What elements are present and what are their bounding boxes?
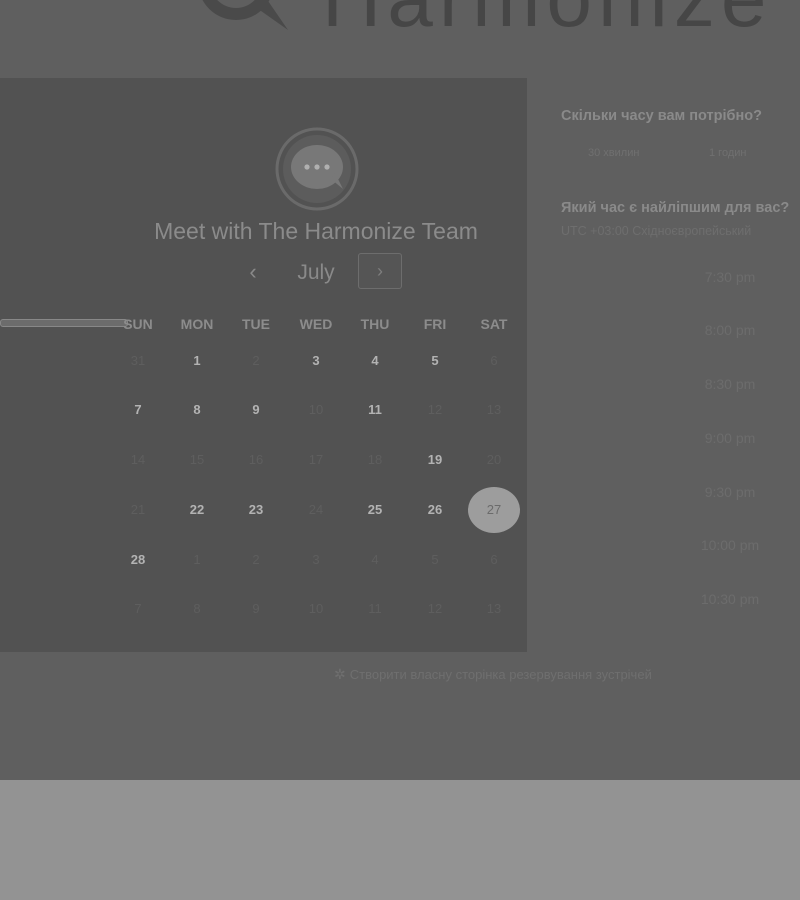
calendar-day: 5 xyxy=(431,552,439,567)
calendar-day: 16 xyxy=(248,452,264,467)
calendar-day-selected[interactable]: 27 xyxy=(468,487,520,533)
calendar-day[interactable]: 5 xyxy=(413,339,457,383)
sparkle-icon: ✲ xyxy=(334,666,346,682)
chat-bubble-icon xyxy=(202,0,288,30)
calendar-day[interactable]: 23 xyxy=(234,488,278,532)
chat-bubble-dots-icon xyxy=(275,127,359,211)
calendar-day: 2 xyxy=(252,552,260,567)
month-label: July xyxy=(297,261,335,284)
calendar-day: 21 xyxy=(130,502,146,517)
time-slot[interactable]: 10:00 pm xyxy=(660,537,800,553)
calendar-day: 13 xyxy=(486,402,502,417)
weekday-label: THU xyxy=(360,316,390,332)
meeting-title: Meet with The Harmonize Team xyxy=(154,218,478,244)
calendar-day: 24 xyxy=(308,502,324,517)
prev-month-button[interactable]: ‹ xyxy=(236,258,270,288)
time-slot[interactable]: 7:30 pm xyxy=(660,269,800,285)
brand-name: Harmonize xyxy=(322,0,772,40)
calendar-day: 8 xyxy=(193,601,201,616)
calendar-day: 12 xyxy=(427,601,443,616)
time-slot[interactable]: 9:30 pm xyxy=(660,484,800,500)
calendar-day: 9 xyxy=(252,601,260,616)
weekday-label: WED xyxy=(299,316,333,332)
calendar-day[interactable]: 8 xyxy=(175,388,219,432)
create-booking-page-link[interactable]: ✲ Створити власну сторінка резервування з… xyxy=(334,666,652,683)
calendar-day[interactable]: 3 xyxy=(294,339,338,383)
calendar-day[interactable]: 7 xyxy=(116,388,160,432)
calendar-day[interactable]: 4 xyxy=(353,339,397,383)
calendar-day[interactable]: 9 xyxy=(234,388,278,432)
calendar-day: 2 xyxy=(252,353,260,368)
calendar-day: 6 xyxy=(490,353,498,368)
calendar-day: 3 xyxy=(312,552,320,567)
time-slot[interactable]: 10:30 pm xyxy=(660,591,800,607)
duration-question: Скільки часу вам потрібно? xyxy=(561,108,762,124)
calendar-day: 6 xyxy=(490,552,498,567)
calendar-day: 17 xyxy=(308,452,324,467)
booking-page: Harmonize Meet with The Harmonize Team ‹… xyxy=(0,0,800,780)
calendar-day: 11 xyxy=(368,601,382,616)
create-booking-page-link-text: Створити власну сторінка резервування зу… xyxy=(349,667,652,682)
weekday-label: SUN xyxy=(123,316,153,332)
calendar-day: 12 xyxy=(427,402,443,417)
chevron-right-icon: › xyxy=(377,261,383,281)
duration-option-1h[interactable]: 1 годин xyxy=(709,147,746,159)
calendar-day: 13 xyxy=(486,601,502,616)
calendar-day: 31 xyxy=(130,353,146,368)
time-slot[interactable]: 8:00 pm xyxy=(660,322,800,338)
calendar-day[interactable]: 11 xyxy=(353,388,397,432)
calendar-day[interactable]: 19 xyxy=(413,438,457,482)
weekday-label: FRI xyxy=(423,316,447,332)
weekday-label: TUE xyxy=(242,316,270,332)
chevron-left-icon: ‹ xyxy=(249,259,257,284)
calendar-day[interactable]: 26 xyxy=(413,488,457,532)
calendar-day: 10 xyxy=(308,601,324,616)
weekday-label: SAT xyxy=(480,316,508,332)
calendar-day: 10 xyxy=(308,402,324,417)
calendar-day: 14 xyxy=(130,452,146,467)
calendar-day: 18 xyxy=(367,452,383,467)
time-slot[interactable]: 8:30 pm xyxy=(660,376,800,392)
calendar-day: 15 xyxy=(189,452,205,467)
duration-option-30min[interactable]: 30 хвилин xyxy=(588,147,639,159)
calendar-day[interactable]: 28 xyxy=(116,538,160,582)
calendar-day[interactable]: 25 xyxy=(353,488,397,532)
bottom-band xyxy=(0,780,800,900)
calendar-day[interactable]: 22 xyxy=(175,488,219,532)
calendar-day: 20 xyxy=(486,452,502,467)
calendar-day: 4 xyxy=(371,552,379,567)
calendar-day: 1 xyxy=(193,552,201,567)
time-question: Який час є найліпшим для вас? xyxy=(561,200,790,216)
timezone-selector[interactable]: UTC +03:00 Східноєвропейський xyxy=(561,224,751,238)
next-month-button[interactable]: › xyxy=(358,253,402,289)
time-slot[interactable]: 9:00 pm xyxy=(660,430,800,446)
calendar-day[interactable]: 1 xyxy=(175,339,219,383)
weekday-label: MON xyxy=(180,316,214,332)
calendar-day: 7 xyxy=(134,601,142,616)
